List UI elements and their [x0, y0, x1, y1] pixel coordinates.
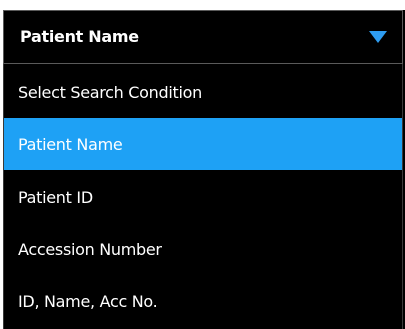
dropdown-toggle-button[interactable] — [357, 11, 399, 63]
option-label: Patient ID — [18, 187, 93, 207]
option-patient-name[interactable]: Patient Name — [4, 118, 402, 170]
option-label: Accession Number — [18, 239, 162, 259]
option-label: ID, Name, Acc No. — [18, 291, 158, 311]
option-label: Select Search Condition — [18, 82, 202, 102]
option-label: Patient Name — [18, 134, 123, 154]
search-condition-select[interactable]: Patient Name — [3, 10, 403, 64]
option-accession-number[interactable]: Accession Number — [4, 223, 402, 275]
search-condition-dropdown[interactable]: Patient Name Select Search Condition Pat… — [3, 10, 405, 329]
triangle-down-icon — [369, 31, 387, 43]
selected-value: Patient Name — [20, 27, 139, 46]
options-list: Select Search Condition Patient Name Pat… — [3, 64, 403, 329]
option-id-name-acc-no[interactable]: ID, Name, Acc No. — [4, 275, 402, 327]
option-select-search-condition[interactable]: Select Search Condition — [4, 66, 402, 118]
option-patient-id[interactable]: Patient ID — [4, 171, 402, 223]
